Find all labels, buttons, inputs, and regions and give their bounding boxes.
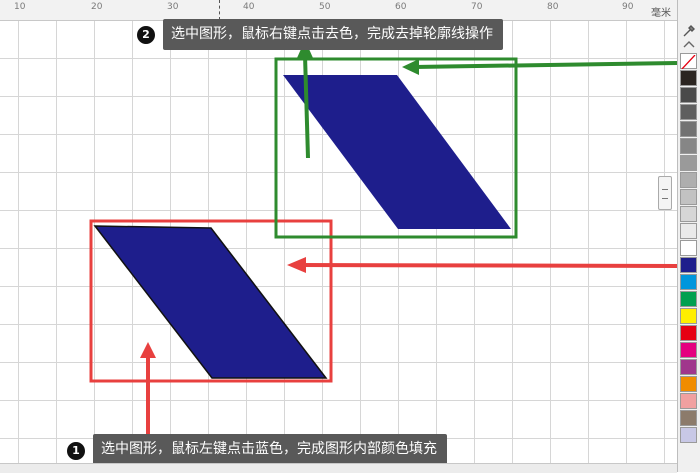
canvas-drawing-layer [89, 40, 677, 440]
chevron-up-icon[interactable] [683, 40, 695, 48]
color-swatch[interactable] [680, 257, 697, 273]
parallelogram-with-outline[interactable] [93, 225, 328, 379]
step-1-tooltip: 选中图形，鼠标左键点击蓝色，完成图形内部颜色填充 [93, 434, 447, 465]
color-swatch[interactable] [680, 325, 697, 341]
grip-icon [662, 189, 668, 199]
color-swatch[interactable] [680, 274, 697, 290]
color-swatch[interactable] [680, 291, 697, 307]
color-swatch[interactable] [680, 427, 697, 443]
color-swatch[interactable] [680, 121, 697, 137]
red-arrow-head [287, 257, 306, 273]
color-swatch[interactable] [680, 393, 697, 409]
color-swatch[interactable] [680, 342, 697, 358]
color-swatch[interactable] [680, 240, 697, 256]
no-color-swatch[interactable] [680, 53, 697, 70]
color-swatch[interactable] [680, 206, 697, 222]
step-2-badge: 2 [136, 25, 156, 45]
color-swatch[interactable] [680, 155, 697, 171]
eyedropper-icon[interactable] [682, 24, 696, 38]
color-swatch[interactable] [680, 104, 697, 120]
step-1-badge: 1 [66, 441, 86, 461]
no-color-swatch-icon [681, 54, 696, 70]
color-swatch[interactable] [680, 138, 697, 154]
color-swatch[interactable] [680, 359, 697, 375]
color-swatch[interactable] [680, 189, 697, 205]
green-arrow-vertical [303, 54, 310, 159]
parallelogram-no-outline[interactable] [283, 75, 511, 229]
color-swatch[interactable] [680, 410, 697, 426]
red-arrow-up-head [140, 342, 156, 358]
green-arrow-head [402, 59, 419, 75]
green-arrow-horizontal [413, 61, 677, 69]
red-arrow-horizontal [297, 263, 677, 268]
step-2-tooltip: 选中图形，鼠标右键点击去色，完成去掉轮廓线操作 [163, 19, 503, 50]
color-swatch[interactable] [680, 87, 697, 103]
color-swatch[interactable] [680, 308, 697, 324]
color-palette [677, 0, 700, 472]
vertical-scroll-thumb[interactable] [658, 176, 672, 210]
color-swatch[interactable] [680, 172, 697, 188]
color-swatch[interactable] [680, 223, 697, 239]
color-swatch[interactable] [680, 376, 697, 392]
color-swatch[interactable] [680, 70, 697, 86]
